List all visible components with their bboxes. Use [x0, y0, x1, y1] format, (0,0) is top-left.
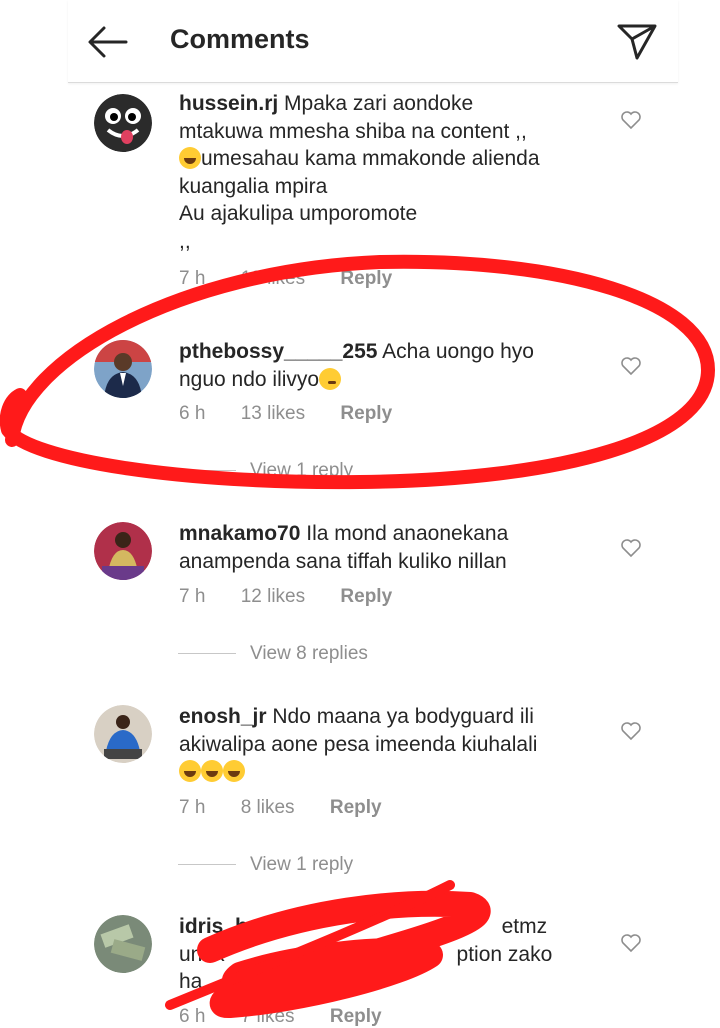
likes-count[interactable]: 19 likes — [241, 268, 305, 289]
reply-button[interactable]: Reply — [340, 586, 392, 607]
arrow-left-icon[interactable] — [86, 22, 130, 62]
username[interactable]: hussein.rj — [179, 92, 278, 115]
reply-button[interactable]: Reply — [330, 1006, 382, 1027]
view-replies-button[interactable]: View 8 replies — [178, 643, 368, 665]
comment-text: idris_baro Uetmz unak ption zako ha — [179, 915, 553, 993]
comment-meta: 7 h 8 likes Reply — [179, 797, 412, 819]
comment-text: hussein.rj Mpaka zari aondoke mtakuwa mm… — [179, 92, 540, 253]
header-bar: Comments — [68, 0, 678, 83]
likes-count[interactable]: 7 likes — [241, 1006, 295, 1027]
laughing-emoji-icon — [179, 147, 201, 169]
heart-icon[interactable] — [620, 110, 642, 130]
comments-screen: Comments hussein.rj Mpaka zari aondoke m… — [68, 0, 678, 1027]
likes-count[interactable]: 12 likes — [241, 586, 305, 607]
left-margin — [0, 0, 68, 1027]
heart-icon[interactable] — [620, 356, 642, 376]
comment-text: mnakamo70 Ila mond anaonekana anampenda … — [179, 522, 509, 573]
view-replies-button[interactable]: View 1 reply — [178, 460, 353, 482]
smirk-emoji-icon — [319, 367, 342, 390]
timestamp: 6 h — [179, 1006, 206, 1027]
timestamp: 7 h — [179, 268, 206, 289]
timestamp: 7 h — [179, 586, 206, 607]
laughing-emoji-icon — [179, 760, 201, 782]
comment-text: pthebossy_____255 Acha uongo hyo nguo nd… — [179, 340, 534, 391]
divider — [178, 653, 236, 655]
username[interactable]: enosh_jr — [179, 705, 267, 728]
view-replies-button[interactable]: View 1 reply — [178, 854, 353, 876]
username[interactable]: idris_baro — [179, 915, 281, 938]
avatar[interactable] — [94, 915, 152, 973]
avatar[interactable] — [94, 522, 152, 580]
laughing-emoji-icon — [223, 760, 245, 782]
timestamp: 7 h — [179, 797, 206, 818]
heart-icon[interactable] — [620, 538, 642, 558]
username[interactable]: mnakamo70 — [179, 522, 300, 545]
likes-count[interactable]: 13 likes — [241, 403, 305, 424]
heart-icon[interactable] — [620, 933, 642, 953]
avatar[interactable] — [94, 340, 152, 398]
comment-meta: 7 h 19 likes Reply — [179, 268, 422, 290]
avatar[interactable] — [94, 705, 152, 763]
divider — [178, 864, 236, 866]
likes-count[interactable]: 8 likes — [241, 797, 295, 818]
username[interactable]: pthebossy_____255 — [179, 340, 377, 363]
reply-button[interactable]: Reply — [330, 797, 382, 818]
timestamp: 6 h — [179, 403, 206, 424]
paper-plane-icon[interactable] — [616, 20, 658, 62]
laughing-emoji-icon — [201, 760, 223, 782]
right-margin — [678, 0, 720, 1027]
reply-button[interactable]: Reply — [340, 268, 392, 289]
comment-meta: 7 h 12 likes Reply — [179, 586, 422, 608]
page-title: Comments — [170, 24, 310, 54]
comment-meta: 6 h 13 likes Reply — [179, 403, 422, 425]
avatar[interactable] — [94, 94, 152, 152]
comment-meta: 6 h 7 likes Reply — [179, 1006, 412, 1028]
divider — [178, 470, 236, 472]
comment-text: enosh_jr Ndo maana ya bodyguard ili akiw… — [179, 703, 599, 786]
reply-button[interactable]: Reply — [340, 403, 392, 424]
heart-icon[interactable] — [620, 721, 642, 741]
